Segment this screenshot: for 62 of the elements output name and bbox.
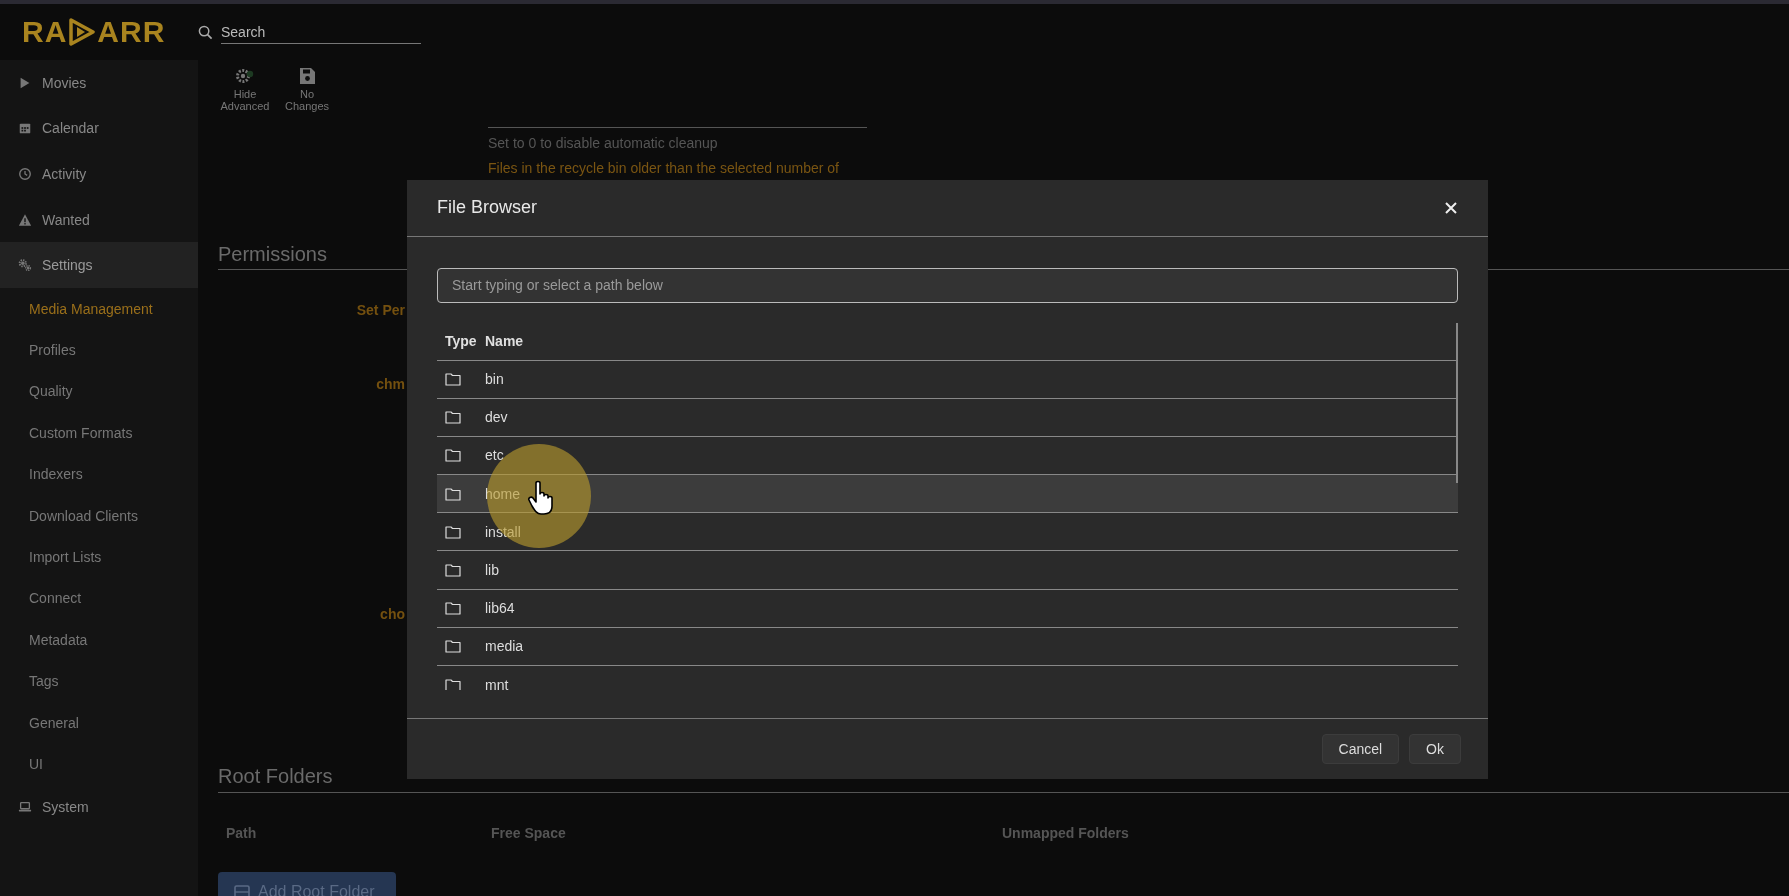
column-header: Name [485, 333, 524, 349]
folder-row[interactable]: lib64 [437, 589, 1458, 628]
cancel-button[interactable]: Cancel [1321, 733, 1400, 764]
sidebar-subitem[interactable]: Metadata [0, 619, 198, 661]
field-label: Set Per [355, 301, 405, 320]
column-header: Unmapped Folders [1002, 824, 1129, 843]
sidebar-subitem[interactable]: Indexers [0, 453, 198, 495]
sidebar-subitem[interactable]: Connect [0, 577, 198, 620]
sidebar-item[interactable]: Activity [0, 151, 198, 197]
column-header: Free Space [491, 824, 566, 843]
field-label: chm [375, 375, 405, 394]
sidebar-subitem[interactable]: Media Management [0, 287, 198, 330]
sidebar-subitem[interactable]: Profiles [0, 329, 198, 371]
dialog-title: File Browser [437, 197, 538, 219]
sidebar-item[interactable]: Calendar [0, 105, 198, 152]
logo-text: ARR [97, 15, 166, 49]
folder-icon [445, 410, 461, 425]
column-header: Type [444, 333, 478, 349]
ok-button[interactable]: Ok [1409, 733, 1461, 764]
calendar-icon [18, 121, 32, 136]
search-field[interactable]: Search [221, 20, 421, 44]
play-icon [18, 75, 32, 90]
sidebar-item[interactable]: Settings [0, 242, 198, 288]
advanced-toggle-button[interactable]: Hide Advanced [216, 60, 274, 120]
folder-icon [445, 601, 461, 616]
close-icon[interactable] [1444, 200, 1458, 215]
folder-icon [445, 448, 461, 463]
column-header: Path [226, 824, 257, 843]
folder-row[interactable]: lib [437, 551, 1458, 590]
folder-icon [445, 639, 461, 654]
gear-toggle-icon [235, 66, 255, 86]
path-field[interactable]: Start typing or select a path below [437, 267, 1458, 303]
save-button[interactable]: No Changes [278, 60, 336, 120]
sidebar-item[interactable]: System [0, 784, 198, 831]
sidebar-subitem[interactable]: Download Clients [0, 494, 198, 537]
logo-text: RA [22, 15, 68, 49]
folder-icon [445, 372, 461, 387]
folder-icon [445, 486, 461, 501]
warning-icon [18, 212, 32, 227]
help-text: Set to 0 to disable automatic cleanup [488, 134, 719, 153]
folder-row[interactable]: dev [437, 398, 1458, 437]
sidebar-subitem[interactable]: UI [0, 743, 198, 785]
folder-icon [445, 563, 461, 578]
gears-icon [18, 258, 32, 273]
sidebar-subitem[interactable]: Import Lists [0, 536, 198, 578]
folder-row[interactable]: mnt [437, 666, 1458, 690]
clock-icon [18, 167, 32, 181]
sidebar-item[interactable]: Movies [0, 60, 198, 106]
warning-text: Files in the recycle bin older than the selected number of [488, 159, 840, 178]
folder-row[interactable]: bin [437, 360, 1458, 399]
sidebar-subitem[interactable]: General [0, 701, 198, 744]
save-icon [297, 66, 317, 86]
folder-icon [445, 524, 461, 539]
play-logo-icon [68, 18, 97, 46]
sidebar-subitem[interactable]: Tags [0, 660, 198, 702]
search-icon [198, 24, 213, 40]
field-label: cho [379, 605, 405, 624]
sidebar-subitem[interactable]: Quality [0, 370, 198, 413]
folder-row[interactable]: media [437, 627, 1458, 666]
folder-icon [445, 677, 461, 690]
sidebar-subitem[interactable]: Custom Formats [0, 412, 198, 454]
sidebar-item[interactable]: Wanted [0, 196, 198, 243]
